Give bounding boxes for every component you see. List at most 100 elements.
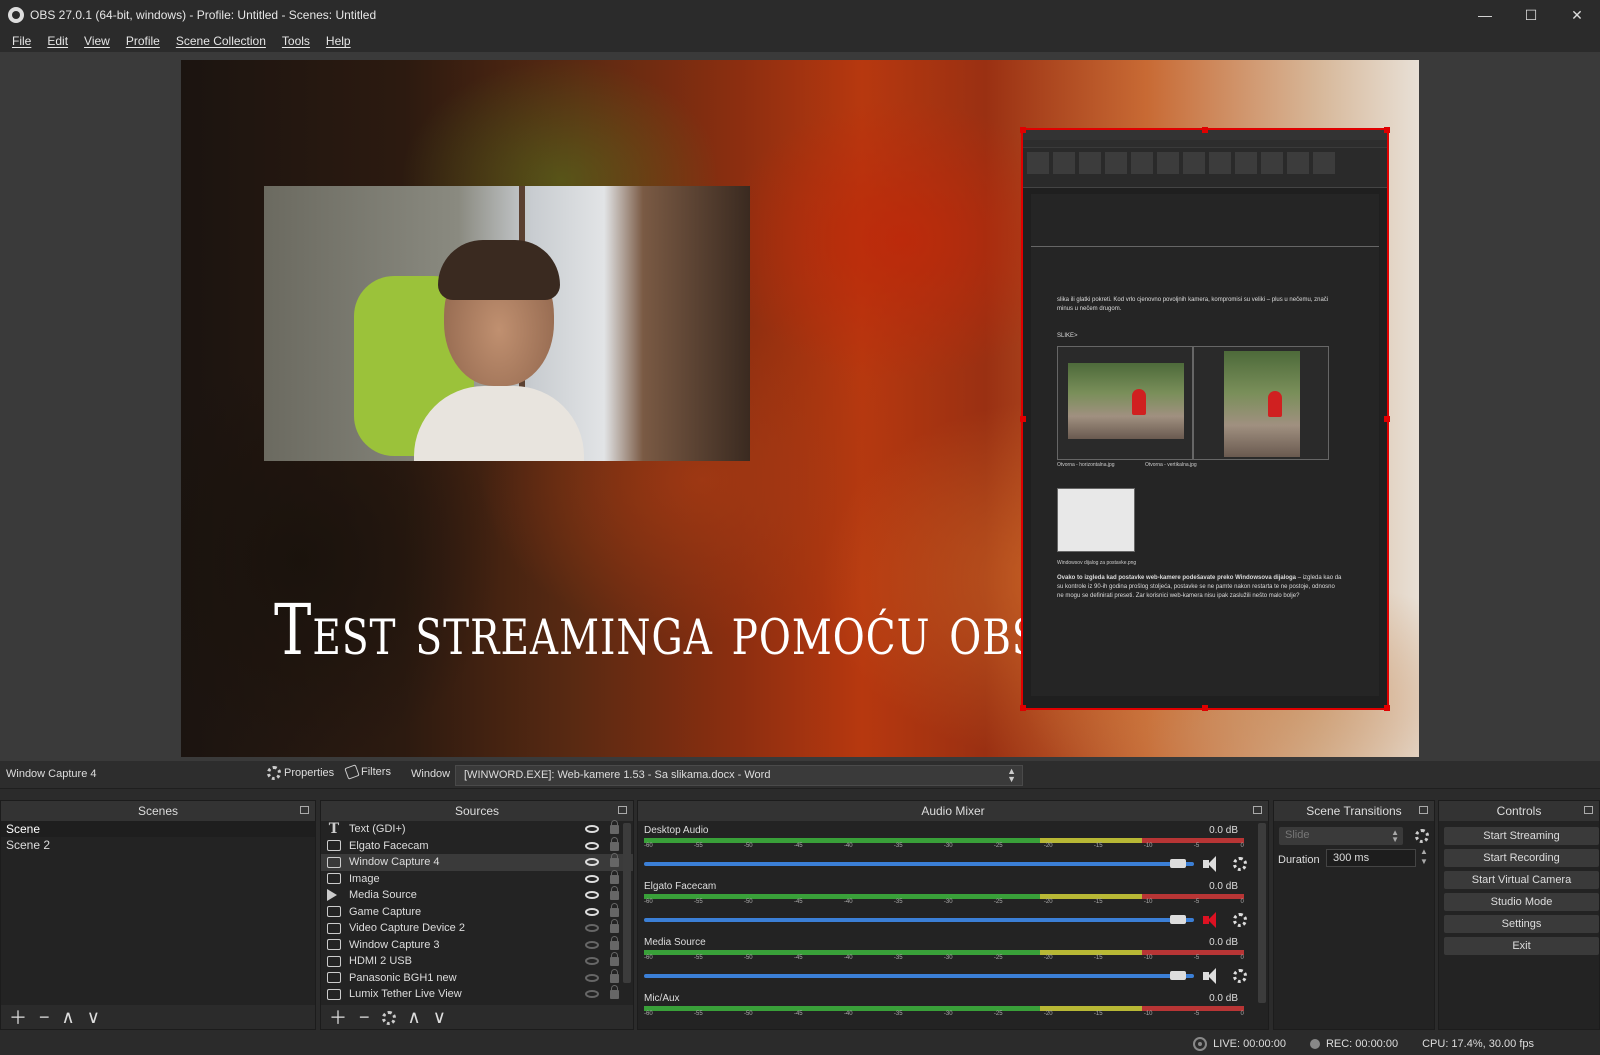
lock-icon[interactable] (610, 968, 619, 983)
maximize-button[interactable]: ☐ (1508, 0, 1554, 30)
scene-item[interactable]: Scene (1, 821, 315, 837)
speaker-muted-icon[interactable] (1203, 912, 1221, 928)
source-item[interactable]: Game Capture (321, 902, 633, 921)
lock-icon[interactable] (610, 886, 619, 900)
volume-slider-handle[interactable] (1170, 915, 1186, 924)
source-item[interactable]: HDMI 2 USB (321, 952, 633, 970)
eye-hidden-icon[interactable] (585, 940, 599, 949)
source-item[interactable]: Panasonic BGH1 new (321, 968, 633, 987)
resize-handle-top[interactable] (1202, 127, 1208, 133)
lock-icon[interactable] (610, 820, 619, 834)
resize-handle-top-right[interactable] (1384, 127, 1390, 133)
source-item[interactable]: Image (321, 869, 633, 888)
duration-spinner-icon[interactable]: ▲ ▼ (1420, 847, 1428, 867)
lock-icon[interactable] (610, 902, 619, 917)
mixer-scrollbar[interactable] (1258, 823, 1266, 1003)
source-item[interactable]: Lumix Tether Live View (321, 985, 633, 1003)
eye-icon[interactable] (585, 858, 599, 867)
start-streaming-button[interactable]: Start Streaming (1444, 827, 1599, 845)
add-scene-button[interactable]: ＋ (9, 1004, 27, 1030)
eye-hidden-icon[interactable] (585, 973, 599, 982)
transition-settings-gear-icon[interactable] (1415, 829, 1429, 843)
eye-hidden-icon[interactable] (585, 957, 599, 966)
eye-icon[interactable] (585, 907, 599, 916)
lock-icon[interactable] (610, 952, 619, 966)
properties-button[interactable]: Properties (267, 766, 334, 780)
menu-help[interactable]: Help (318, 34, 359, 48)
audio-mixer-dock: Audio Mixer Desktop Audio 0.0 dB -60 -55 -50… (637, 800, 1269, 1030)
eye-icon[interactable] (585, 874, 599, 883)
source-item[interactable]: Media Source (321, 886, 633, 904)
preview-canvas[interactable]: Test streaminga pomoću obs-a slika ili g… (181, 60, 1419, 757)
channel-settings-gear-icon[interactable] (1233, 857, 1247, 871)
source-item[interactable]: T Text (GDI+) (321, 820, 633, 838)
eye-icon[interactable] (585, 825, 599, 834)
source-item[interactable]: Video Capture Device 2 (321, 919, 633, 937)
undock-icon[interactable] (1419, 806, 1428, 814)
menu-scene-collection[interactable]: Scene Collection (168, 34, 274, 48)
preview-area: Test streaminga pomoću obs-a slika ili g… (0, 52, 1600, 761)
move-source-up-button[interactable]: ∧ (408, 1007, 421, 1028)
minimize-button[interactable]: — (1462, 0, 1508, 30)
lock-icon[interactable] (610, 985, 619, 999)
resize-handle-bottom[interactable] (1202, 705, 1208, 711)
move-scene-up-button[interactable]: ∧ (62, 1007, 75, 1028)
source-item[interactable]: Window Capture 3 (321, 935, 633, 954)
undock-icon[interactable] (618, 806, 627, 814)
settings-button[interactable]: Settings (1444, 915, 1599, 933)
volume-slider-handle[interactable] (1170, 971, 1186, 980)
resize-handle-top-left[interactable] (1020, 127, 1026, 133)
channel-name: Media Source (644, 937, 706, 948)
lock-icon[interactable] (610, 869, 619, 884)
lock-icon[interactable] (610, 836, 619, 851)
eye-icon[interactable] (585, 891, 599, 900)
start-recording-button[interactable]: Start Recording (1444, 849, 1599, 867)
source-properties-gear-icon[interactable] (381, 1011, 396, 1025)
start-virtual-camera-button[interactable]: Start Virtual Camera (1444, 871, 1599, 889)
filters-button[interactable]: Filters (344, 764, 391, 780)
source-item[interactable]: Window Capture 4 (321, 853, 633, 871)
window-select[interactable]: [WINWORD.EXE]: Web-kamere 1.53 - Sa slik… (455, 765, 1023, 786)
resize-handle-bottom-right[interactable] (1384, 705, 1390, 711)
move-source-down-button[interactable]: ∨ (433, 1007, 446, 1028)
resize-handle-bottom-left[interactable] (1020, 705, 1026, 711)
menu-view[interactable]: View (76, 34, 118, 48)
menu-tools[interactable]: Tools (274, 34, 318, 48)
undock-icon[interactable] (1584, 806, 1593, 814)
lock-icon[interactable] (610, 853, 619, 867)
undock-icon[interactable] (1253, 806, 1262, 814)
menu-edit[interactable]: Edit (39, 34, 76, 48)
volume-slider[interactable] (644, 862, 1194, 866)
lock-icon[interactable] (610, 919, 619, 933)
eye-hidden-icon[interactable] (585, 924, 599, 933)
resize-handle-left[interactable] (1020, 416, 1026, 422)
speaker-icon[interactable] (1203, 856, 1221, 872)
channel-settings-gear-icon[interactable] (1233, 913, 1247, 927)
add-source-button[interactable]: ＋ (329, 1004, 347, 1030)
transition-select[interactable]: Slide ▲ ▼ (1279, 827, 1403, 845)
lock-icon[interactable] (610, 935, 619, 950)
speaker-icon[interactable] (1203, 968, 1221, 984)
volume-slider[interactable] (644, 918, 1194, 922)
undock-icon[interactable] (300, 806, 309, 814)
studio-mode-button[interactable]: Studio Mode (1444, 893, 1599, 911)
channel-settings-gear-icon[interactable] (1233, 969, 1247, 983)
volume-slider[interactable] (644, 974, 1194, 978)
menu-file[interactable]: File (4, 34, 39, 48)
remove-source-button[interactable]: − (359, 1007, 370, 1028)
move-scene-down-button[interactable]: ∨ (87, 1007, 100, 1028)
word-window-capture[interactable]: slika ili glatki pokreti. Kod vrlo cjeno… (1020, 127, 1390, 711)
volume-slider-handle[interactable] (1170, 859, 1186, 868)
eye-icon[interactable] (585, 841, 599, 850)
webcam-feed[interactable] (264, 186, 750, 461)
menu-profile[interactable]: Profile (118, 34, 168, 48)
resize-handle-right[interactable] (1384, 416, 1390, 422)
close-button[interactable]: ✕ (1554, 0, 1600, 30)
exit-button[interactable]: Exit (1444, 937, 1599, 955)
sources-scrollbar[interactable] (623, 823, 631, 983)
remove-scene-button[interactable]: − (39, 1007, 50, 1028)
eye-hidden-icon[interactable] (585, 990, 599, 999)
source-item[interactable]: Elgato Facecam (321, 836, 633, 855)
duration-input[interactable]: 300 ms (1326, 849, 1416, 867)
scene-item[interactable]: Scene 2 (1, 837, 315, 853)
